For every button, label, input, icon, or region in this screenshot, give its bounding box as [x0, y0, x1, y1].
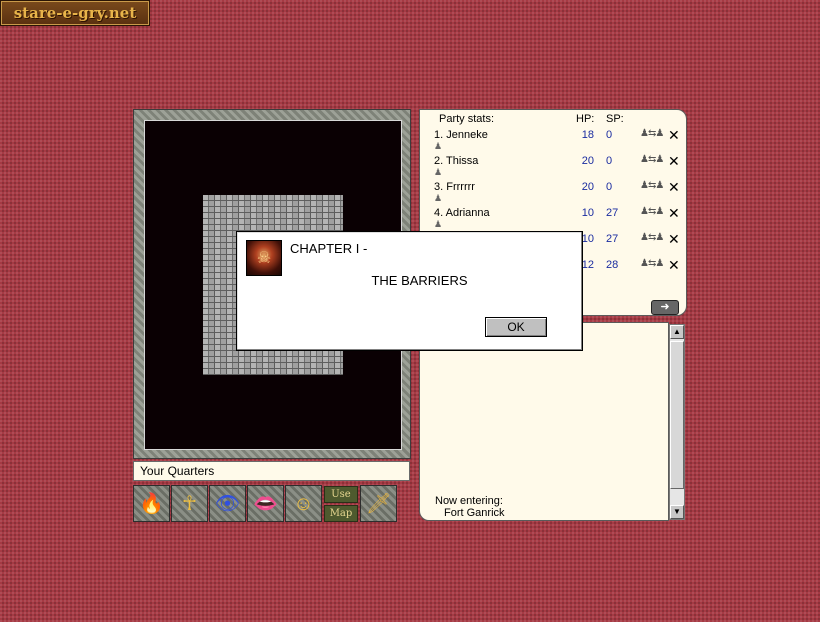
swap-position-icon[interactable]: ♟⇆♟ — [640, 128, 664, 139]
spell-button[interactable]: 🔥 — [133, 485, 170, 522]
remove-member-icon[interactable]: ✕ — [668, 127, 680, 144]
sp-header: SP: — [606, 113, 624, 125]
party-member-row[interactable]: 2. Thissa 20 0 ♟ ♟⇆♟ ✕ — [420, 153, 686, 179]
mouth-icon: 👄 — [253, 492, 278, 515]
sword-icon: 🗡 — [365, 492, 392, 515]
use-map-group: Use Map — [323, 485, 359, 522]
member-status-icon: ♟ — [434, 193, 443, 203]
eye-button[interactable]: 👁 — [209, 485, 246, 522]
member-sp: 27 — [606, 233, 619, 245]
eye-icon: 👁 — [214, 492, 241, 515]
map-button[interactable]: Map — [324, 505, 358, 522]
party-member-row[interactable]: 4. Adrianna 10 27 ♟ ♟⇆♟ ✕ — [420, 205, 686, 231]
member-sp: 0 — [606, 155, 613, 167]
member-hp: 20 — [581, 155, 594, 167]
talk-button[interactable]: 👄 — [247, 485, 284, 522]
scroll-thumb[interactable] — [670, 341, 684, 489]
member-sp: 0 — [606, 181, 613, 193]
log-scrollbar[interactable]: ▲ ▼ — [669, 324, 685, 520]
member-status-icon: ♟ — [434, 167, 443, 177]
member-hp: 10 — [581, 207, 594, 219]
ok-button[interactable]: OK — [485, 317, 547, 337]
remove-member-icon[interactable]: ✕ — [668, 231, 680, 248]
remove-member-icon[interactable]: ✕ — [668, 179, 680, 196]
member-sp: 28 — [606, 259, 619, 271]
fire-icon: 🔥 — [139, 492, 164, 515]
site-logo: stare-e-gry.net — [0, 0, 150, 26]
attack-button[interactable]: 🗡 — [360, 485, 397, 522]
remove-member-icon[interactable]: ✕ — [668, 257, 680, 274]
swap-position-icon[interactable]: ♟⇆♟ — [640, 154, 664, 165]
swap-position-icon[interactable]: ♟⇆♟ — [640, 180, 664, 191]
hp-header: HP: — [576, 113, 595, 125]
member-sp: 0 — [606, 129, 613, 141]
member-name: 2. Thissa — [434, 155, 479, 167]
chapter-dialog: ☠ CHAPTER I - THE BARRIERS OK — [236, 231, 583, 351]
arrow-right-icon: ➜ — [660, 301, 670, 313]
scroll-up-arrow-icon[interactable]: ▲ — [670, 325, 684, 339]
log-line: Now entering: — [435, 495, 503, 507]
action-toolbar: 🔥 ☥ 👁 👄 ☺ Use Map 🗡 — [133, 485, 398, 522]
member-name: 3. Frrrrrr — [434, 181, 475, 193]
swap-position-icon[interactable]: ♟⇆♟ — [640, 258, 664, 269]
member-name: 4. Adrianna — [434, 207, 490, 219]
party-member-row[interactable]: 3. Frrrrrr 20 0 ♟ ♟⇆♟ ✕ — [420, 179, 686, 205]
member-sp: 27 — [606, 207, 619, 219]
look-button[interactable]: ☺ — [285, 485, 322, 522]
party-member-row[interactable]: 1. Jenneke 18 0 ♟ ♟⇆♟ ✕ — [420, 127, 686, 153]
use-button[interactable]: Use — [324, 486, 358, 503]
member-name: 1. Jenneke — [434, 129, 488, 141]
dialog-title: CHAPTER I - — [290, 241, 368, 256]
face-icon: ☺ — [293, 492, 314, 515]
member-status-icon: ♟ — [434, 219, 443, 229]
party-title: Party stats: — [439, 113, 495, 125]
chapter-portrait-icon: ☠ — [246, 240, 282, 276]
member-hp: 18 — [581, 129, 594, 141]
dialog-subtitle: THE BARRIERS — [371, 273, 468, 288]
ankh-icon: ☥ — [182, 492, 197, 515]
remove-member-icon[interactable]: ✕ — [668, 153, 680, 170]
remove-member-icon[interactable]: ✕ — [668, 205, 680, 222]
ankh-button[interactable]: ☥ — [171, 485, 208, 522]
log-line: Fort Ganrick — [444, 507, 505, 519]
swap-position-icon[interactable]: ♟⇆♟ — [640, 206, 664, 217]
message-log: Now entering: Fort Ganrick — [419, 322, 669, 521]
next-arrow-button[interactable]: ➜ — [651, 300, 679, 315]
member-hp: 20 — [581, 181, 594, 193]
member-status-icon: ♟ — [434, 141, 443, 151]
swap-position-icon[interactable]: ♟⇆♟ — [640, 232, 664, 243]
scroll-down-arrow-icon[interactable]: ▼ — [670, 505, 684, 519]
location-name: Your Quarters — [133, 461, 410, 481]
